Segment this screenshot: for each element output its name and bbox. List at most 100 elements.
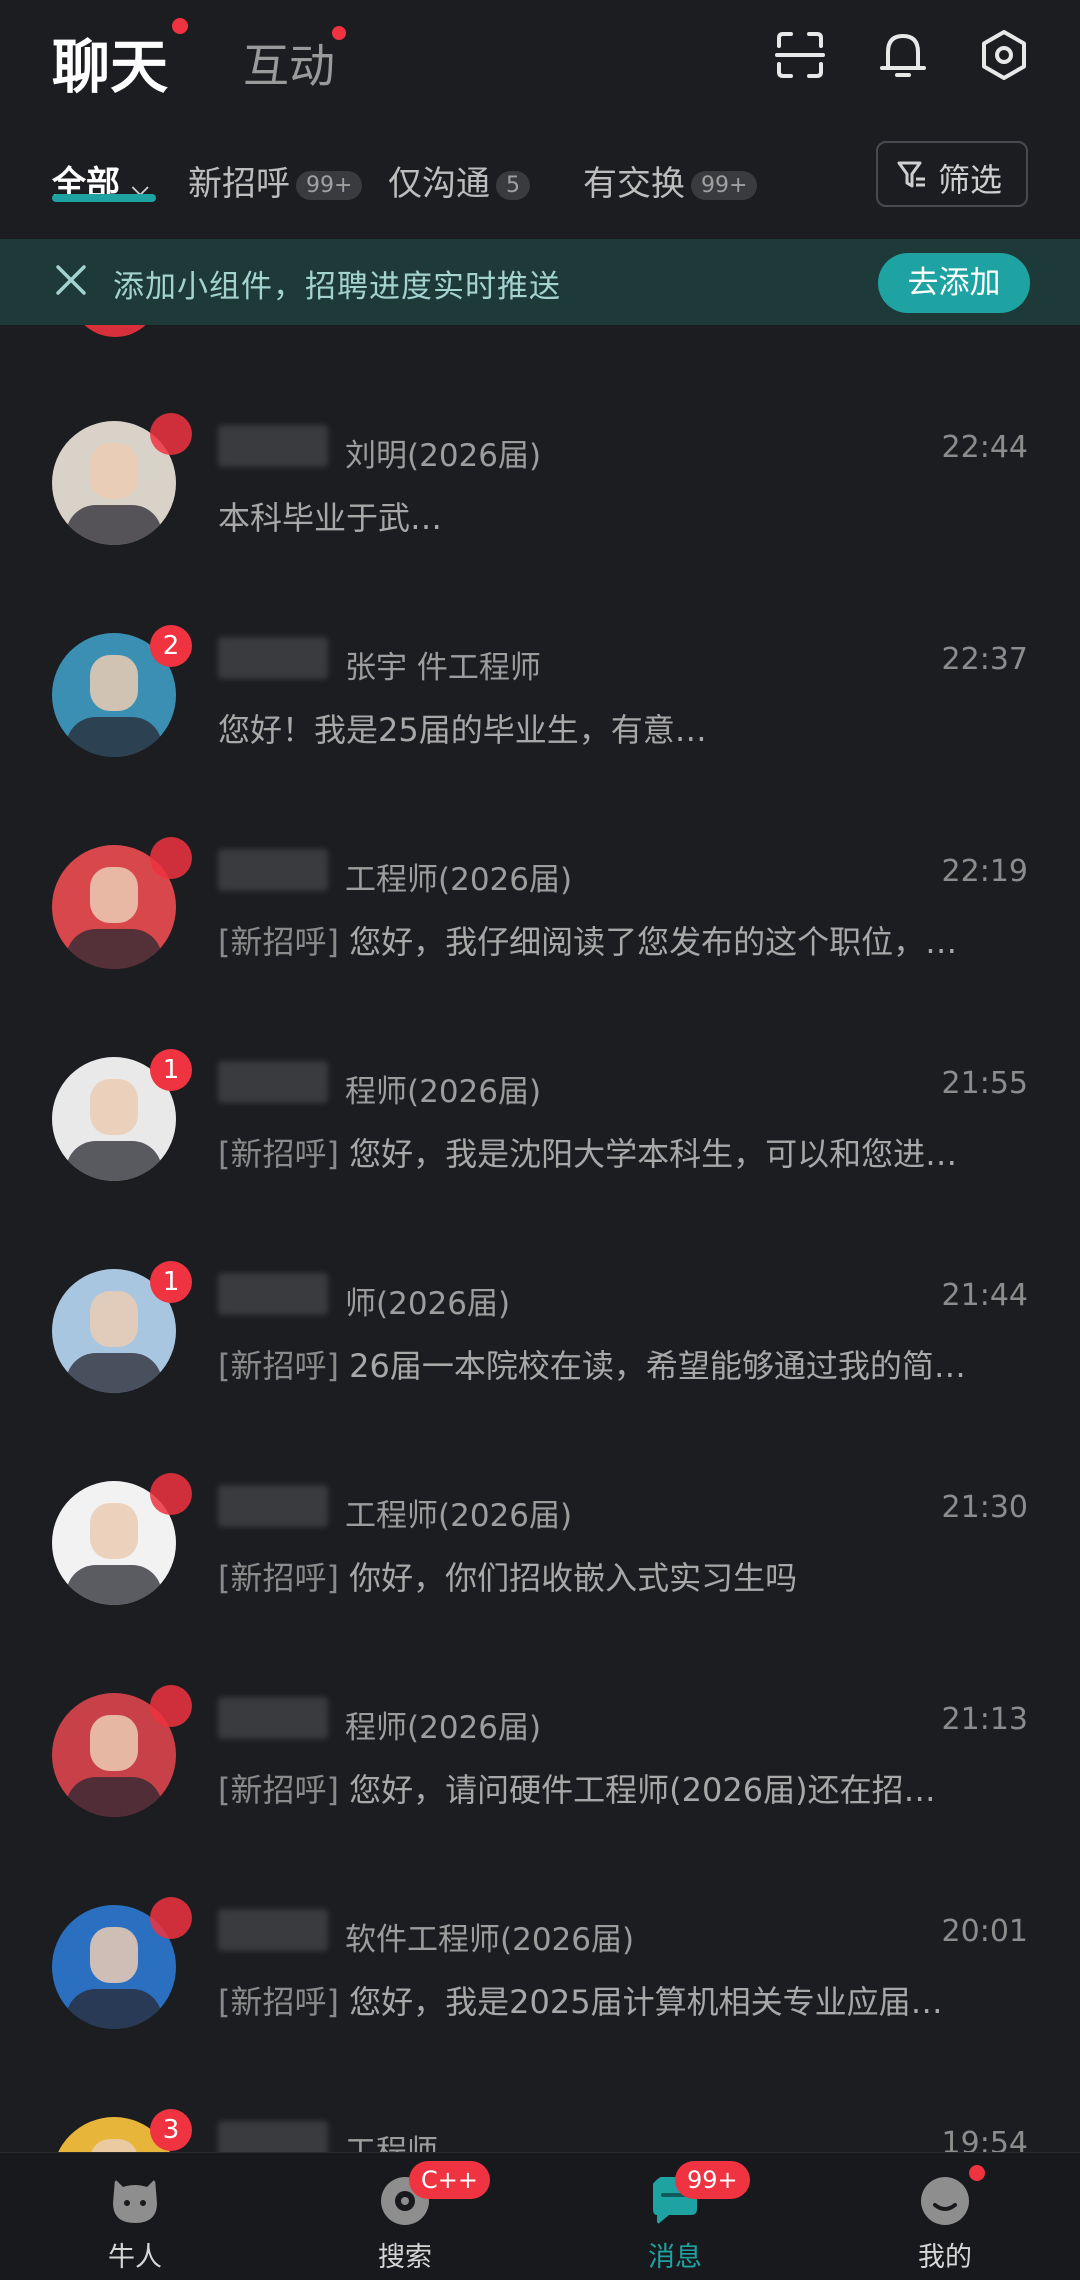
chat-time: 21:13 xyxy=(941,1702,1028,1737)
chat-title: 师(2026届) xyxy=(345,1286,511,1322)
tab-chat[interactable]: 聊天 xyxy=(52,20,168,104)
filter-label: 筛选 xyxy=(938,161,1003,199)
unread-dot xyxy=(150,837,192,879)
message-text: 您好，请问硬件工程师(2026届)还在招… xyxy=(349,1771,936,1809)
tab-interact[interactable]: 互动 xyxy=(243,30,335,96)
chat-title: 工程师(2026届) xyxy=(345,862,573,898)
chat-title: 刘明(2026届) xyxy=(345,438,542,474)
app-header: 聊天 互动 xyxy=(0,0,1080,120)
chat-row[interactable]: 工程师(2026届) 22:19 [新招呼] 您好，我仔细阅读了您发布的这个职位，… xyxy=(0,749,1080,969)
redacted-name xyxy=(218,1697,328,1739)
nav-item-search[interactable]: C++ 搜索 xyxy=(297,2153,513,2280)
widget-banner: 添加小组件，招聘进度实时推送 去添加 xyxy=(0,239,1080,325)
redacted-name xyxy=(218,1909,328,1951)
unread-badge: 2 xyxy=(150,625,192,667)
banner-text: 添加小组件，招聘进度实时推送 xyxy=(113,269,561,305)
chat-preview: [新招呼] 您好，我仔细阅读了您发布的这个职位，… xyxy=(218,917,1028,963)
chat-time: 20:01 xyxy=(941,1914,1028,1949)
new-greeting-tag: [新招呼] xyxy=(218,1983,339,2021)
chat-preview: [新招呼] 您好，请问硬件工程师(2026届)还在招… xyxy=(218,1765,1028,1811)
new-greeting-tag: [新招呼] xyxy=(218,923,339,961)
chat-preview: [新招呼] 你好，你们招收嵌入式实习生吗 xyxy=(218,1553,1028,1599)
unread-dot xyxy=(150,1897,192,1939)
unread-dot xyxy=(150,1473,192,1515)
new-greeting-tag: [新招呼] xyxy=(218,1771,339,1809)
count-badge: 99+ xyxy=(296,171,363,200)
bottom-navigation: 牛人 C++ 搜索 99+ 消息 我的 xyxy=(0,2152,1080,2280)
nav-item-talents[interactable]: 牛人 xyxy=(27,2153,243,2280)
chat-row[interactable]: 刘明(2026届) 22:44 本科毕业于武… xyxy=(0,325,1080,545)
profile-unread-dot xyxy=(969,2165,985,2181)
nav-label: 搜索 xyxy=(378,2242,432,2273)
chat-preview: [新招呼] 您好，我是2025届计算机相关专业应届… xyxy=(218,1977,1028,2023)
filter-tab-label: 有交换 xyxy=(583,164,685,204)
chat-list[interactable]: 刘明(2026届) 22:44 本科毕业于武… 2 张宇 件工程师 22:37 您好！我是2… xyxy=(0,325,1080,2152)
redacted-name xyxy=(218,1061,328,1103)
chat-row[interactable]: 软件工程师(2026届) 20:01 [新招呼] 您好，我是2025届计算机相关专业… xyxy=(0,1809,1080,2029)
chat-row[interactable]: 工程师(2026届) 21:30 [新招呼] 你好，你们招收嵌入式实习生吗 xyxy=(0,1385,1080,1605)
unread-badge: 3 xyxy=(150,2109,192,2151)
chat-title: 程师(2026届) xyxy=(345,1074,542,1110)
chat-time: 22:19 xyxy=(941,854,1028,889)
profile-icon xyxy=(921,2177,969,2225)
redacted-name xyxy=(218,425,328,467)
chat-time: 21:30 xyxy=(941,1490,1028,1525)
message-text: 您好，我是2025届计算机相关专业应届… xyxy=(349,1983,943,2021)
chat-preview: [新招呼] 26届一本院校在读，希望能够通过我的简… xyxy=(218,1341,1028,1387)
message-text: 你好，你们招收嵌入式实习生吗 xyxy=(349,1559,798,1597)
chat-row[interactable]: 2 张宇 件工程师 22:37 您好！我是25届的毕业生，有意… xyxy=(0,537,1080,757)
filter-tab-label: 新招呼 xyxy=(188,164,290,204)
chat-unread-dot xyxy=(172,18,188,34)
filter-button[interactable]: 筛选 xyxy=(876,141,1028,207)
new-greeting-tag: [新招呼] xyxy=(218,1559,339,1597)
add-widget-button[interactable]: 去添加 xyxy=(878,253,1030,313)
chat-preview: [新招呼] 您好，我是沈阳大学本科生，可以和您进… xyxy=(218,1129,1028,1175)
redacted-name xyxy=(218,637,328,679)
count-badge: 5 xyxy=(496,171,530,200)
unread-dot xyxy=(150,1685,192,1727)
chat-preview: 本科毕业于武… xyxy=(218,493,1028,539)
count-badge: 99+ xyxy=(691,171,758,200)
chat-title: 工程师(2026届) xyxy=(345,1498,573,1534)
nav-label: 我的 xyxy=(918,2242,972,2273)
scan-icon[interactable] xyxy=(773,28,827,82)
nav-label: 牛人 xyxy=(108,2242,162,2273)
person-icon xyxy=(113,2179,157,2223)
messages-badge: 99+ xyxy=(675,2161,750,2199)
chat-title: 程师(2026届) xyxy=(345,1710,542,1746)
active-tab-indicator xyxy=(52,194,156,202)
chat-time: 19:54 xyxy=(941,2126,1028,2152)
chat-preview: 您好！我是25届的毕业生，有意… xyxy=(218,705,1028,751)
message-text: 您好，我是沈阳大学本科生，可以和您进… xyxy=(349,1135,958,1173)
filter-tab-communicated[interactable]: 仅沟通 5 xyxy=(388,156,530,205)
chat-row[interactable]: 1 师(2026届) 21:44 [新招呼] 26届一本院校在读，希望能够通过我的简… xyxy=(0,1173,1080,1393)
unread-badge: 1 xyxy=(150,1049,192,1091)
filter-tab-label: 仅沟通 xyxy=(388,164,490,204)
unread-dot xyxy=(150,413,192,455)
nav-item-messages[interactable]: 99+ 消息 xyxy=(567,2153,783,2280)
filter-tab-new-greeting[interactable]: 新招呼 99+ xyxy=(188,156,363,205)
bell-icon[interactable] xyxy=(876,28,930,82)
chat-time: 21:55 xyxy=(941,1066,1028,1101)
chat-row[interactable]: 程师(2026届) 21:13 [新招呼] 您好，请问硬件工程师(2026届)还在招… xyxy=(0,1597,1080,1817)
redacted-name xyxy=(218,849,328,891)
chat-title: 软件工程师(2026届) xyxy=(345,1922,635,1958)
message-text: 您好，我仔细阅读了您发布的这个职位，… xyxy=(349,923,958,961)
settings-icon[interactable] xyxy=(977,28,1031,82)
redacted-name xyxy=(218,1273,328,1315)
close-icon[interactable] xyxy=(54,263,88,297)
unread-badge: 1 xyxy=(150,1261,192,1303)
redacted-name xyxy=(218,1485,328,1527)
chat-time: 22:44 xyxy=(941,430,1028,465)
new-greeting-tag: [新招呼] xyxy=(218,1135,339,1173)
chat-title: 张宇 件工程师 xyxy=(345,650,541,686)
chat-row[interactable]: 3 工程师 19:54 xyxy=(0,2021,1080,2152)
chat-time: 21:44 xyxy=(941,1278,1028,1313)
chat-time: 22:37 xyxy=(941,642,1028,677)
nav-item-me[interactable]: 我的 xyxy=(837,2153,1053,2280)
filter-icon xyxy=(897,161,925,188)
chat-row[interactable]: 1 程师(2026届) 21:55 [新招呼] 您好，我是沈阳大学本科生，可以和您进… xyxy=(0,961,1080,1181)
message-text: 本科毕业于武… xyxy=(218,499,443,537)
filter-tab-exchanged[interactable]: 有交换 99+ xyxy=(583,156,758,205)
search-badge: C++ xyxy=(409,2161,490,2199)
